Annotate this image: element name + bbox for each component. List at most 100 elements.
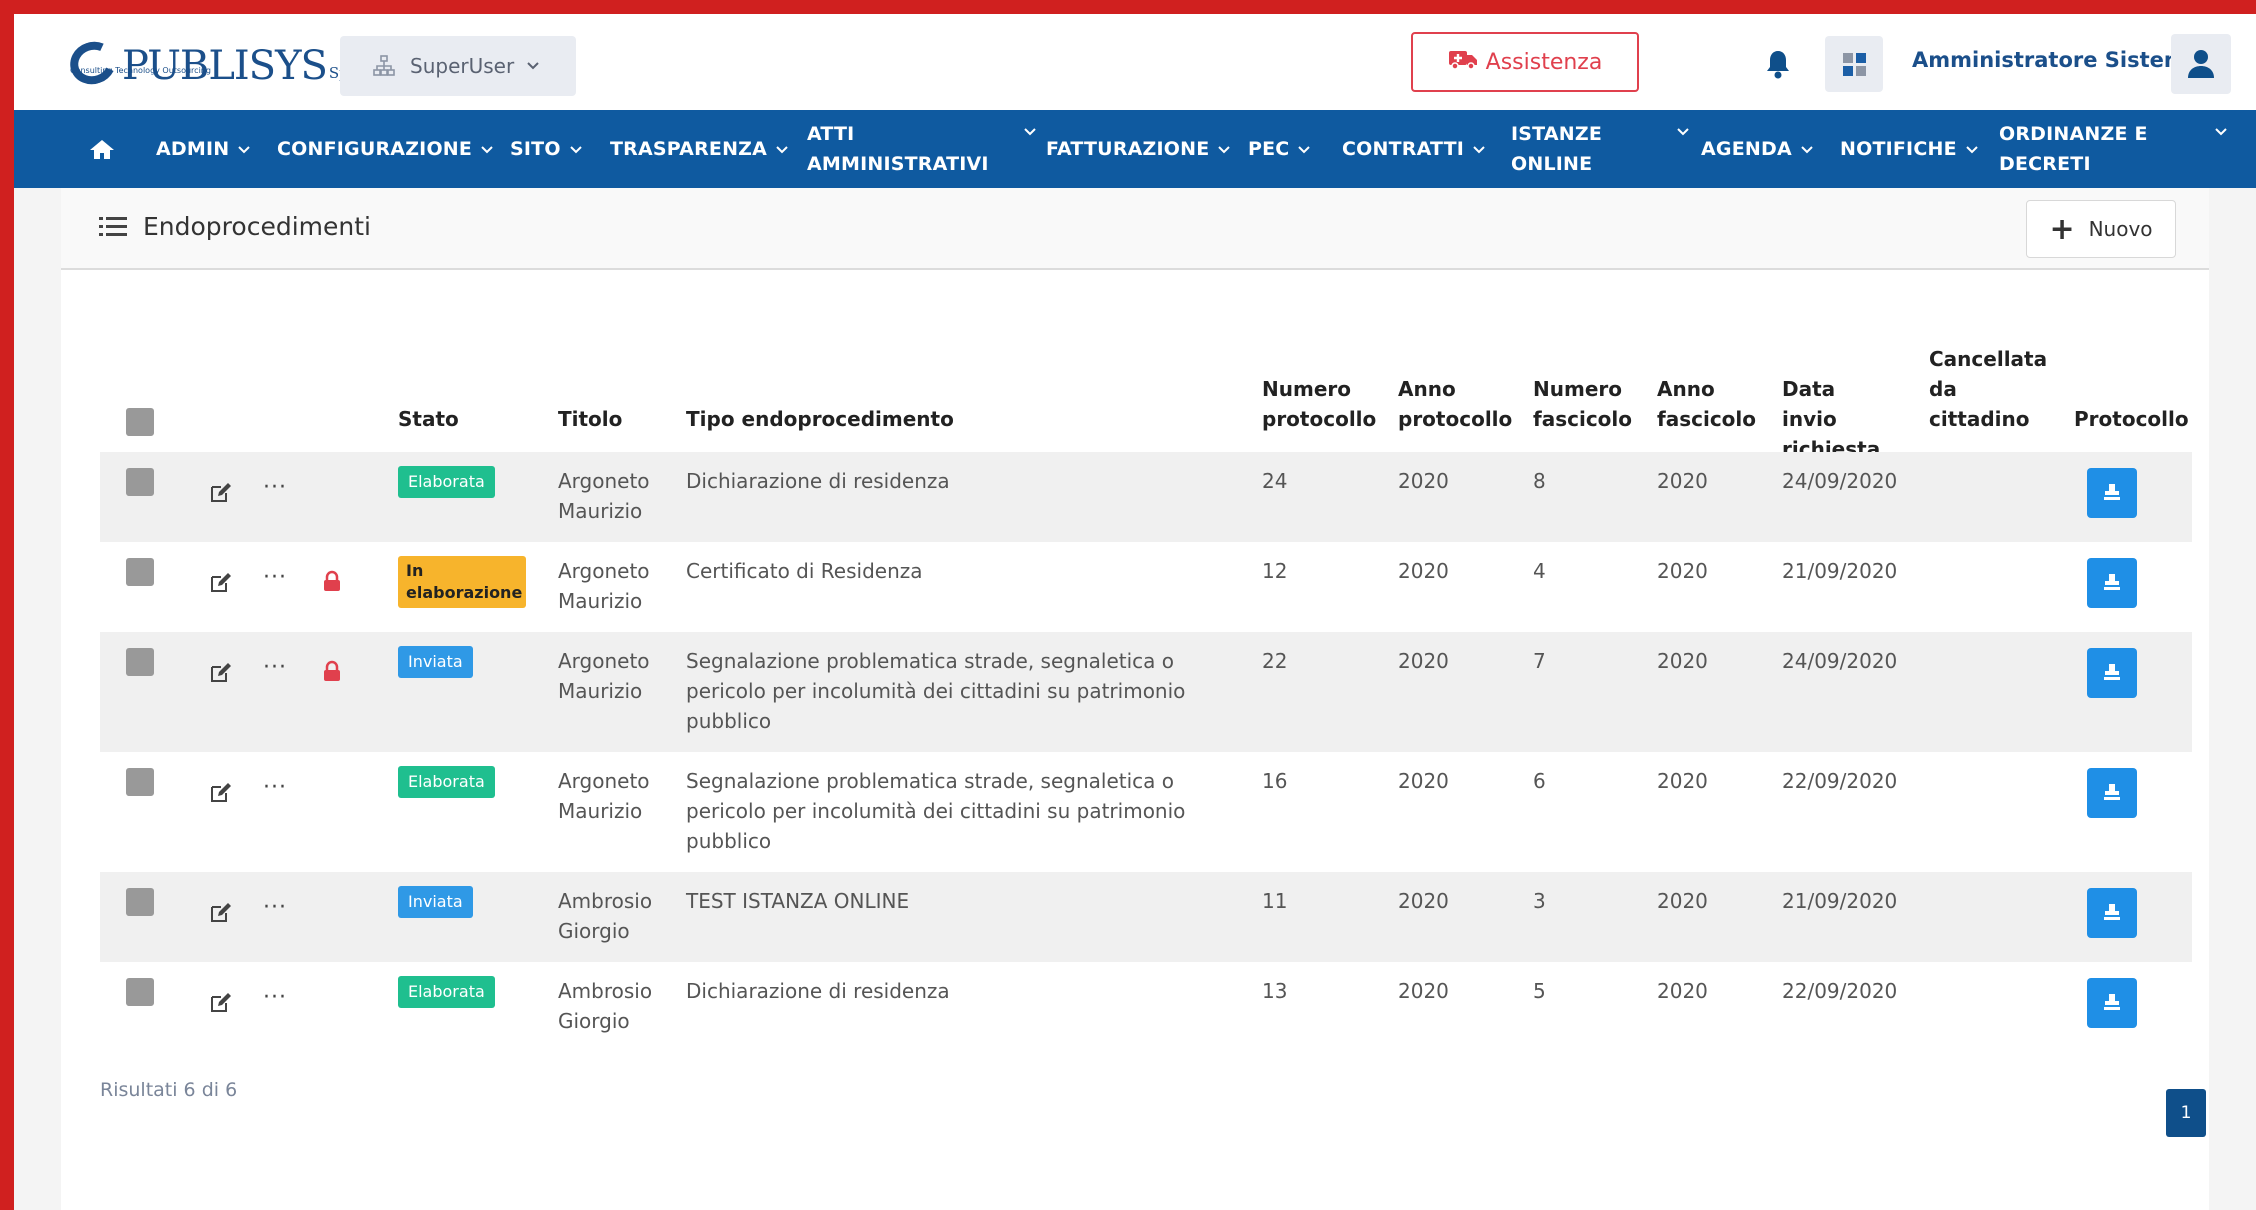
nav-ordinanze-decreti[interactable]: ORDINANZE E DECRETI [1999,110,2229,188]
list-icon [99,216,127,236]
col-header-data-invio[interactable]: Data invio richiesta [1782,374,1892,464]
cell-data-invio: 21/09/2020 [1782,889,1898,913]
nav-sito[interactable]: SITO [510,110,583,188]
status-badge: In elaborazione [398,556,526,608]
stamp-icon [2104,664,2120,680]
cell-anno-fascicolo: 2020 [1657,649,1708,673]
chevron-down-icon [481,146,493,154]
cell-data-invio: 22/09/2020 [1782,979,1898,1003]
cell-data-invio: 21/09/2020 [1782,559,1898,583]
pagination-page-1[interactable]: 1 [2166,1089,2206,1137]
ambulance-icon [1448,48,1478,76]
chevron-down-icon [1473,146,1485,154]
protocol-stamp-button[interactable] [2087,648,2137,698]
more-actions-icon[interactable]: ··· [263,897,287,919]
cell-numero-protocollo: 11 [1262,889,1288,913]
edit-icon[interactable] [209,782,231,804]
select-all-checkbox[interactable] [126,408,154,436]
protocol-stamp-button[interactable] [2087,468,2137,518]
nav-home[interactable] [89,110,115,188]
protocol-stamp-button[interactable] [2087,978,2137,1028]
cell-titolo: Argoneto Maurizio [558,469,650,523]
col-header-numero-fascicolo[interactable]: Numero fascicolo [1533,374,1633,434]
cell-numero-fascicolo: 3 [1533,889,1546,913]
chevron-down-icon [1024,128,1036,136]
cell-anno-fascicolo: 2020 [1657,979,1708,1003]
role-select-value: SuperUser [410,54,515,78]
more-actions-icon[interactable]: ··· [263,657,287,679]
nav-atti-amministrativi[interactable]: ATTI AMMINISTRATIVI [807,110,1037,188]
apps-grid-button[interactable] [1825,36,1883,92]
more-actions-icon[interactable]: ··· [263,777,287,799]
protocol-stamp-button[interactable] [2087,558,2137,608]
nav-notifiche[interactable]: NOTIFICHE [1840,110,1979,188]
nav-fatturazione[interactable]: FATTURAZIONE [1046,110,1231,188]
table-row[interactable]: ··· Elaborata Ambrosio Giorgio Dichiaraz… [100,962,2192,1052]
nav-trasparenza[interactable]: TRASPARENZA [610,110,789,188]
col-header-cancellata[interactable]: Cancellata da cittadino [1929,344,2049,434]
cell-anno-protocollo: 2020 [1398,649,1449,673]
cell-tipo: Dichiarazione di residenza [686,979,950,1003]
stamp-icon [2104,904,2120,920]
col-header-anno-protocollo[interactable]: Anno protocollo [1398,374,1512,434]
cell-tipo: Segnalazione problematica strade, segnal… [686,769,1186,853]
row-checkbox[interactable] [126,648,154,676]
more-actions-icon[interactable]: ··· [263,987,287,1009]
row-checkbox[interactable] [126,558,154,586]
col-header-numero-protocollo[interactable]: Numero protocollo [1262,374,1376,434]
col-header-tipo[interactable]: Tipo endoprocedimento [686,404,954,434]
top-bar: PUBLISYS SpA Consulting Technology Outso… [14,14,2256,110]
protocol-stamp-button[interactable] [2087,768,2137,818]
status-badge: Inviata [398,646,473,678]
new-button[interactable]: + Nuovo [2026,200,2176,258]
bell-icon[interactable] [1764,48,1792,80]
user-avatar[interactable] [2171,34,2231,94]
cell-numero-fascicolo: 5 [1533,979,1546,1003]
more-actions-icon[interactable]: ··· [263,567,287,589]
row-checkbox[interactable] [126,768,154,796]
table-row[interactable]: ··· In elaborazione Argoneto Maurizio Ce… [100,542,2192,632]
cell-anno-fascicolo: 2020 [1657,769,1708,793]
protocol-stamp-button[interactable] [2087,888,2137,938]
nav-configurazione[interactable]: CONFIGURAZIONE [277,110,494,188]
user-icon [2188,50,2214,78]
nav-admin[interactable]: ADMIN [156,110,251,188]
table-row[interactable]: ··· Inviata Argoneto Maurizio Segnalazio… [100,632,2192,752]
assistance-button[interactable]: Assistenza [1411,32,1639,92]
stamp-icon [2104,784,2120,800]
app-window: PUBLISYS SpA Consulting Technology Outso… [14,14,2256,1210]
edit-icon[interactable] [209,482,231,504]
edit-icon[interactable] [209,902,231,924]
cell-anno-protocollo: 2020 [1398,469,1449,493]
chevron-down-icon [776,146,788,154]
table-row[interactable]: ··· Elaborata Argoneto Maurizio Segnalaz… [100,752,2192,872]
nav-istanze-online[interactable]: ISTANZE ONLINE [1511,110,1691,188]
logo[interactable]: PUBLISYS SpA [64,35,360,91]
chevron-down-icon [1677,128,1689,136]
row-checkbox[interactable] [126,888,154,916]
chevron-down-icon [1218,146,1231,154]
edit-icon[interactable] [209,572,231,594]
table-row[interactable]: ··· Inviata Ambrosio Giorgio TEST ISTANZ… [100,872,2192,962]
col-header-stato[interactable]: Stato [398,404,459,434]
edit-icon[interactable] [209,662,231,684]
chevron-down-icon [2215,128,2227,136]
row-checkbox[interactable] [126,468,154,496]
role-select[interactable]: SuperUser [340,36,576,96]
col-header-titolo[interactable]: Titolo [558,404,622,434]
row-checkbox[interactable] [126,978,154,1006]
nav-contratti[interactable]: CONTRATTI [1342,110,1486,188]
nav-agenda[interactable]: AGENDA [1701,110,1814,188]
col-header-protocollo: Protocollo [2074,407,2189,431]
sitemap-icon [372,54,396,78]
cell-numero-fascicolo: 6 [1533,769,1546,793]
user-name[interactable]: Amministratore Sistema [1912,48,2200,72]
more-actions-icon[interactable]: ··· [263,477,287,499]
nav-pec[interactable]: PEC [1248,110,1311,188]
table-row[interactable]: ··· Elaborata Argoneto Maurizio Dichiara… [100,452,2192,542]
status-badge: Inviata [398,886,473,918]
col-header-anno-fascicolo[interactable]: Anno fascicolo [1657,374,1757,434]
card-header: Endoprocedimenti + Nuovo [61,188,2209,270]
edit-icon[interactable] [209,992,231,1014]
cell-titolo: Argoneto Maurizio [558,559,650,613]
